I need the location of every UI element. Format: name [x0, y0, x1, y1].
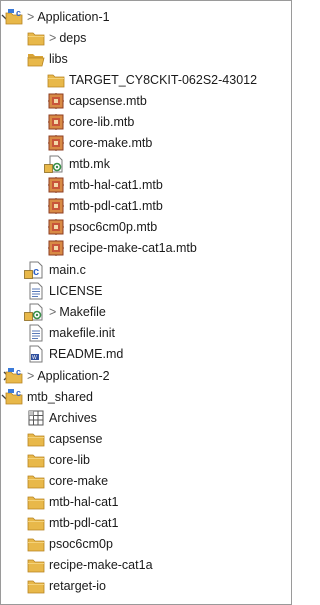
tree-item-label: core-make.mtb — [69, 136, 153, 150]
tree-item[interactable]: c > Application-2 — [0, 366, 290, 386]
tree-item-label: recipe-make-cat1a.mtb — [69, 241, 197, 255]
tree-item-label: deps — [59, 31, 87, 45]
tree-item[interactable]: retarget-io — [0, 576, 290, 596]
tree-item-label: Application-1 — [37, 10, 110, 24]
tree-item-label: capsense.mtb — [69, 94, 147, 108]
makefile-icon — [44, 155, 65, 173]
tree-item-label: makefile.init — [49, 326, 115, 340]
mtb-file-icon — [47, 113, 65, 131]
decoration-marker: > — [27, 369, 35, 383]
markdown-file-icon: W — [27, 345, 45, 363]
tree-item-label: mtb-pdl-cat1 — [49, 516, 119, 530]
tree-item-label: LICENSE — [49, 284, 103, 298]
tree-item-label: README.md — [49, 347, 124, 361]
tree-item[interactable]: LICENSE — [0, 281, 290, 301]
tree-item-label: mtb_shared — [27, 390, 94, 404]
decoration-marker: > — [49, 305, 57, 319]
project-folder-icon: c — [5, 388, 23, 406]
tree-item-label: mtb-hal-cat1.mtb — [69, 178, 163, 192]
svg-text:c: c — [16, 367, 21, 377]
folder-icon — [27, 556, 45, 574]
tree-item-label: libs — [49, 52, 68, 66]
tree-item-label: recipe-make-cat1a — [49, 558, 153, 572]
text-file-icon — [27, 324, 45, 342]
tree-item[interactable]: core-lib — [0, 450, 290, 470]
tree-item[interactable]: W README.md — [0, 344, 290, 364]
tree-item[interactable]: mtb-pdl-cat1.mtb — [0, 196, 290, 216]
tree-item[interactable]: psoc6cm0p — [0, 534, 290, 554]
folder-icon — [27, 535, 45, 553]
tree-item[interactable]: core-make.mtb — [0, 133, 290, 153]
mtb-file-icon — [47, 197, 65, 215]
folder-icon — [27, 493, 45, 511]
tree-item-label: mtb-pdl-cat1.mtb — [69, 199, 163, 213]
tree-item-label: retarget-io — [49, 579, 106, 593]
tree-item[interactable]: mtb-hal-cat1.mtb — [0, 175, 290, 195]
tree-item[interactable]: capsense — [0, 429, 290, 449]
mtb-file-icon — [47, 134, 65, 152]
tree-item[interactable]: Archives — [0, 408, 290, 428]
folder-icon — [27, 472, 45, 490]
tree-item-label: Application-2 — [37, 369, 110, 383]
project-folder-icon: c — [5, 8, 23, 26]
mtb-file-icon — [47, 239, 65, 257]
tree-item[interactable]: mtb-pdl-cat1 — [0, 513, 290, 533]
svg-text:W: W — [32, 355, 37, 361]
tree-item[interactable]: recipe-make-cat1a — [0, 555, 290, 575]
tree-item-label: core-make — [49, 474, 109, 488]
svg-text:c: c — [16, 8, 21, 18]
tree-item[interactable]: core-lib.mtb — [0, 112, 290, 132]
archives-icon — [27, 409, 45, 427]
tree-item[interactable]: c main.c — [0, 260, 290, 280]
tree-item-label: core-lib — [49, 453, 90, 467]
tree-item-label: core-lib.mtb — [69, 115, 135, 129]
tree-item[interactable]: makefile.init — [0, 323, 290, 343]
decoration-marker: > — [27, 10, 35, 24]
tree-item[interactable]: mtb.mk — [0, 154, 290, 174]
tree-item-label: psoc6cm0p — [49, 537, 113, 551]
tree-item[interactable]: recipe-make-cat1a.mtb — [0, 238, 290, 258]
tree-item[interactable]: psoc6cm0p.mtb — [0, 217, 290, 237]
c-source-icon: c — [24, 261, 45, 279]
tree-item-label: capsense — [49, 432, 103, 446]
tree-item-label: mtb-hal-cat1 — [49, 495, 119, 509]
tree-item[interactable]: TARGET_CY8CKIT-062S2-43012 — [0, 70, 290, 90]
mtb-file-icon — [47, 218, 65, 236]
svg-text:c: c — [16, 388, 21, 398]
tree-item-label: psoc6cm0p.mtb — [69, 220, 158, 234]
tree-item[interactable]: capsense.mtb — [0, 91, 290, 111]
folder-icon — [47, 71, 65, 89]
svg-text:c: c — [33, 266, 39, 278]
folder-icon — [27, 577, 45, 595]
mtb-file-icon — [47, 176, 65, 194]
tree-item-label: main.c — [49, 263, 86, 277]
tree-item[interactable]: mtb-hal-cat1 — [0, 492, 290, 512]
tree-item[interactable]: core-make — [0, 471, 290, 491]
tree-item-label: mtb.mk — [69, 157, 110, 171]
tree-item-label: Makefile — [59, 305, 106, 319]
makefile-icon — [24, 303, 45, 321]
folder-icon — [27, 514, 45, 532]
folder-icon — [27, 451, 45, 469]
tree-item[interactable]: > deps — [0, 28, 290, 48]
tree-item[interactable]: > Makefile — [0, 302, 290, 322]
text-file-icon — [27, 282, 45, 300]
tree-item[interactable]: libs — [0, 49, 290, 69]
decoration-marker: > — [49, 31, 57, 45]
tree-item[interactable]: c > Application-1 — [0, 7, 290, 27]
folder-icon — [27, 29, 45, 47]
tree-item-label: Archives — [49, 411, 97, 425]
folder-icon — [27, 50, 45, 68]
project-folder-icon: c — [5, 367, 23, 385]
tree-item-label: TARGET_CY8CKIT-062S2-43012 — [69, 73, 258, 87]
tree-item[interactable]: c mtb_shared — [0, 387, 290, 407]
folder-icon — [27, 430, 45, 448]
mtb-file-icon — [47, 92, 65, 110]
